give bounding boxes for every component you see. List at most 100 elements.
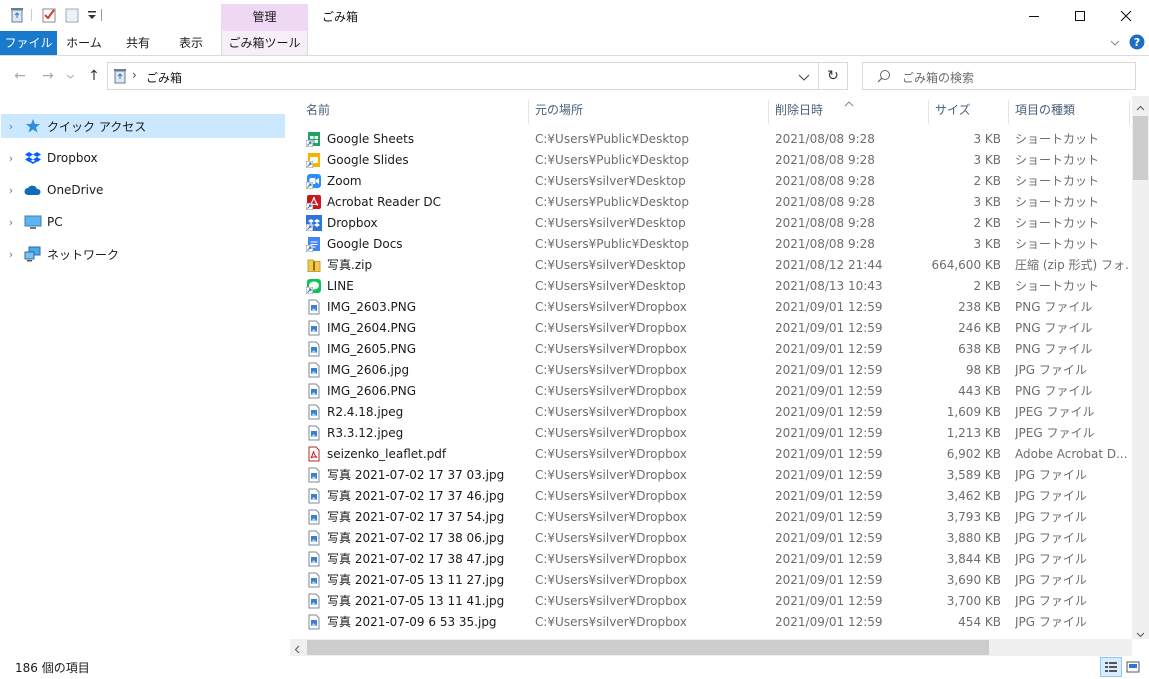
expand-chevron-icon[interactable]: › (1, 152, 21, 165)
tab-home[interactable]: ホーム (61, 31, 107, 55)
file-deleted-date: 2021/08/08 9:28 (775, 132, 875, 146)
onedrive-cloud-icon (24, 182, 42, 198)
up-arrow-icon[interactable]: ↑ (86, 68, 102, 84)
column-location[interactable]: 元の場所 (529, 96, 767, 124)
file-original-location: C:¥Users¥silver¥Dropbox (535, 468, 687, 482)
file-row[interactable]: IMG_2603.PNG C:¥Users¥silver¥Dropbox 2021/… (290, 297, 1132, 318)
file-original-location: C:¥Users¥silver¥Dropbox (535, 384, 687, 398)
file-list: 名前 元の場所 削除日時 サイズ 項目の種類 Google Sheets C:¥U… (290, 96, 1149, 639)
file-row[interactable]: 写真 2021-07-02 17 38 47.jpg C:¥Users¥silve… (290, 549, 1132, 570)
file-deleted-date: 2021/08/08 9:28 (775, 195, 875, 209)
forward-arrow-icon[interactable]: → (40, 68, 56, 84)
maximize-button[interactable] (1057, 0, 1103, 31)
file-row[interactable]: LINE C:¥Users¥silver¥Desktop 2021/08/13 10… (290, 276, 1132, 297)
close-button[interactable] (1103, 0, 1149, 31)
breadcrumb-current[interactable]: ごみ箱 (146, 69, 182, 86)
recent-locations-chevron-icon[interactable] (66, 70, 75, 84)
address-dropdown-icon[interactable] (798, 72, 810, 86)
file-row[interactable]: IMG_2606.PNG C:¥Users¥silver¥Dropbox 2021/… (290, 381, 1132, 402)
file-size: 3 KB (973, 132, 1001, 146)
file-row[interactable]: 写真 2021-07-02 17 37 54.jpg C:¥Users¥silve… (290, 507, 1132, 528)
file-original-location: C:¥Users¥silver¥Dropbox (535, 531, 687, 545)
file-row[interactable]: 写真 2021-07-09 6 53 35.jpg C:¥Users¥silver… (290, 612, 1132, 633)
file-row[interactable]: R3.3.12.jpeg C:¥Users¥silver¥Dropbox 2021/… (290, 423, 1132, 444)
file-name: R3.3.12.jpeg (327, 426, 404, 440)
minimize-button[interactable] (1011, 0, 1057, 31)
file-row[interactable]: 写真 2021-07-05 13 11 41.jpg C:¥Users¥silve… (290, 591, 1132, 612)
file-row[interactable]: IMG_2604.PNG C:¥Users¥silver¥Dropbox 2021/… (290, 318, 1132, 339)
details-view-button[interactable] (1100, 657, 1122, 677)
file-type: JPG ファイル (1015, 552, 1087, 566)
file-type: PNG ファイル (1015, 384, 1093, 398)
address-bar[interactable]: › ごみ箱 (107, 62, 819, 90)
scroll-up-icon[interactable] (1136, 100, 1145, 114)
file-row[interactable]: Google Sheets C:¥Users¥Public¥Desktop 2021… (290, 129, 1132, 150)
file-type: ショートカット (1015, 237, 1100, 251)
file-row[interactable]: 写真 2021-07-02 17 37 46.jpg C:¥Users¥silve… (290, 486, 1132, 507)
file-row[interactable]: seizenko_leaflet.pdf C:¥Users¥silver¥Drop… (290, 444, 1132, 465)
nav-item-onedrive[interactable]: › OneDrive (1, 178, 285, 202)
column-type[interactable]: 項目の種類 (1009, 96, 1129, 124)
tab-file[interactable]: ファイル (0, 31, 57, 55)
nav-item-dropbox[interactable]: › Dropbox (1, 146, 285, 170)
tab-view[interactable]: 表示 (168, 31, 214, 55)
file-row[interactable]: Acrobat Reader DC C:¥Users¥Public¥Desktop… (290, 192, 1132, 213)
file-row[interactable]: Google Docs C:¥Users¥Public¥Desktop 2021/0… (290, 234, 1132, 255)
docs-file-icon (306, 236, 322, 252)
file-row[interactable]: 写真 2021-07-05 13 11 27.jpg C:¥Users¥silve… (290, 570, 1132, 591)
file-type: ショートカット (1015, 153, 1100, 167)
back-arrow-icon[interactable]: ← (12, 68, 28, 84)
breadcrumb-separator[interactable]: › (132, 68, 137, 82)
file-row[interactable]: Dropbox C:¥Users¥silver¥Desktop 2021/08/08… (290, 213, 1132, 234)
file-row[interactable]: R2.4.18.jpeg C:¥Users¥silver¥Dropbox 2021/… (290, 402, 1132, 423)
tab-share[interactable]: 共有 (115, 31, 161, 55)
refresh-button[interactable]: ↻ (819, 62, 848, 90)
horizontal-scroll-thumb[interactable] (307, 640, 989, 655)
vertical-scroll-thumb[interactable] (1133, 116, 1148, 180)
column-size[interactable]: サイズ (929, 96, 1007, 124)
file-original-location: C:¥Users¥silver¥Dropbox (535, 405, 687, 419)
image-file-icon (306, 593, 322, 609)
file-row[interactable]: Google Slides C:¥Users¥Public¥Desktop 2021… (290, 150, 1132, 171)
item-count: 186 個の項目 (15, 661, 90, 675)
scroll-down-icon[interactable] (1136, 627, 1145, 641)
help-icon[interactable]: ? (1129, 34, 1145, 53)
pdf-file-icon (306, 446, 322, 462)
expand-chevron-icon[interactable]: › (1, 216, 21, 229)
image-file-icon (306, 509, 322, 525)
file-row[interactable]: IMG_2605.PNG C:¥Users¥silver¥Dropbox 2021/… (290, 339, 1132, 360)
expand-ribbon-icon[interactable] (1108, 36, 1122, 53)
file-original-location: C:¥Users¥silver¥Dropbox (535, 426, 687, 440)
search-box[interactable]: ごみ箱の検索 (862, 62, 1136, 90)
expand-chevron-icon[interactable]: › (1, 248, 21, 261)
file-row[interactable]: IMG_2606.jpg C:¥Users¥silver¥Dropbox 2021/… (290, 360, 1132, 381)
scroll-left-icon[interactable] (294, 643, 300, 657)
customize-qat-icon[interactable] (84, 7, 100, 23)
file-row[interactable]: 写真.zip C:¥Users¥silver¥Desktop 2021/08/12 … (290, 255, 1132, 276)
file-original-location: C:¥Users¥silver¥Dropbox (535, 573, 687, 587)
tab-recycle-bin-tools[interactable]: ごみ箱ツール (221, 31, 308, 55)
file-type: ショートカット (1015, 132, 1100, 146)
file-row[interactable]: 写真 2021-07-02 17 38 06.jpg C:¥Users¥silve… (290, 528, 1132, 549)
new-folder-icon[interactable] (64, 7, 80, 23)
nav-item-pc[interactable]: › PC (1, 210, 285, 234)
nav-item-label: クイック アクセス (47, 119, 147, 134)
column-name[interactable]: 名前 (300, 96, 525, 124)
window-title: ごみ箱 (322, 10, 359, 24)
column-header: 名前 元の場所 削除日時 サイズ 項目の種類 (290, 96, 1132, 124)
nav-item-quick-access[interactable]: › クイック アクセス (1, 114, 285, 138)
ribbon-tabs: ファイル ホーム 共有 表示 ごみ箱ツール ? (0, 31, 1149, 56)
large-icons-view-button[interactable] (1125, 659, 1141, 675)
properties-icon[interactable] (41, 7, 57, 23)
expand-chevron-icon[interactable]: › (1, 184, 21, 197)
file-type: JPG ファイル (1015, 615, 1087, 629)
file-name: 写真 2021-07-02 17 38 06.jpg (327, 531, 505, 545)
nav-item-network[interactable]: › ネットワーク (1, 242, 285, 266)
file-row[interactable]: Zoom C:¥Users¥silver¥Desktop 2021/08/08 9:… (290, 171, 1132, 192)
file-size: 246 KB (958, 321, 1001, 335)
file-row[interactable]: 写真 2021-07-02 17 37 03.jpg C:¥Users¥silve… (290, 465, 1132, 486)
expand-chevron-icon[interactable]: › (1, 120, 21, 133)
column-divider[interactable] (1129, 100, 1130, 124)
file-size: 2 KB (973, 279, 1001, 293)
search-input[interactable]: ごみ箱の検索 (902, 69, 974, 86)
